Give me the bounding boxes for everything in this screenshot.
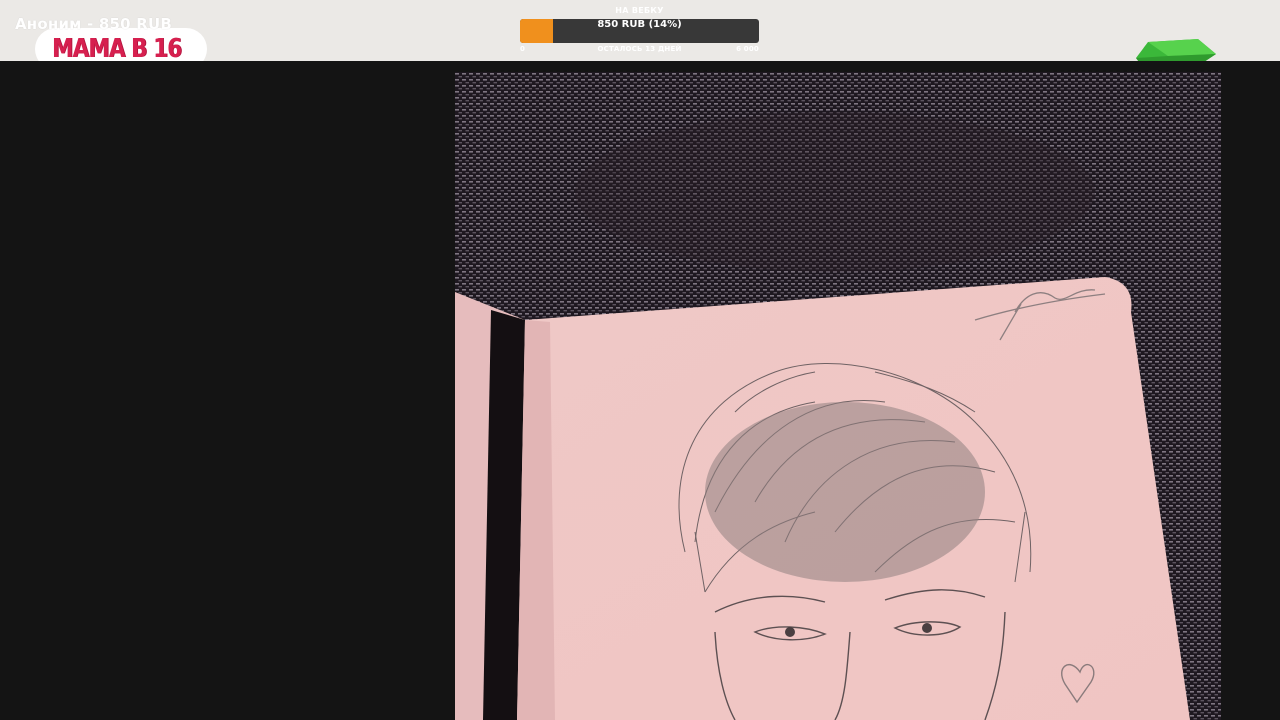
sketchbook-drawing-image [455,72,1221,720]
goal-progress-label: 850 RUB (14%) [597,19,682,30]
green-gift-icon [1136,39,1216,61]
camera-video-feed [455,72,1221,720]
donation-alert: Аноним - 850 RUB [15,15,172,33]
goal-max-label: 6 000 [736,45,759,53]
show-logo: МАМА В 16 [52,34,182,61]
goal-progress-bar: 850 RUB (14%) [520,19,759,43]
goal-title: НА ВЕБКУ [615,6,664,15]
stream-overlay-header: МАМА В 16 Аноним - 850 RUB НА ВЕБКУ 850 … [0,0,1280,61]
